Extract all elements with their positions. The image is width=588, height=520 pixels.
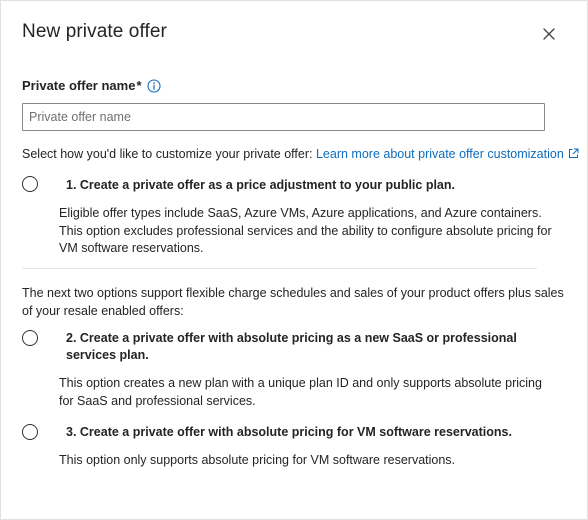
option-3-title[interactable]: 3. Create a private offer with absolute …: [66, 424, 536, 441]
option-2-radio[interactable]: [22, 330, 38, 346]
private-offer-name-label: Private offer name *: [22, 78, 161, 93]
private-offer-name-label-text: Private offer name: [22, 78, 136, 93]
dialog-title: New private offer: [22, 21, 167, 42]
option-2-title[interactable]: 2. Create a private offer with absolute …: [66, 330, 556, 364]
option-1-radio[interactable]: [22, 176, 38, 192]
customize-intro-text: Select how you'd like to customize your …: [22, 147, 316, 161]
options-divider: [22, 268, 537, 269]
learn-more-link-text[interactable]: Learn more about private offer customiza…: [316, 147, 564, 161]
private-offer-name-input[interactable]: [22, 103, 545, 131]
option-2-title-text[interactable]: 2. Create a private offer with absolute …: [52, 330, 556, 364]
flexible-options-note: The next two options support flexible ch…: [22, 286, 564, 318]
option-3-description: This option only supports absolute prici…: [59, 453, 456, 467]
customize-intro: Select how you'd like to customize your …: [22, 147, 579, 161]
learn-more-link[interactable]: Learn more about private offer customiza…: [316, 147, 579, 161]
option-1-title[interactable]: 1. Create a private offer as a price adj…: [66, 177, 536, 194]
option-3-radio[interactable]: [22, 424, 38, 440]
required-marker: *: [136, 78, 142, 93]
option-1-description: Eligible offer types include SaaS, Azure…: [59, 206, 552, 255]
option-2-description: This option creates a new plan with a un…: [59, 376, 542, 408]
new-private-offer-dialog: New private offer Private offer name * S…: [0, 0, 588, 520]
close-icon: [543, 28, 555, 40]
close-button[interactable]: [541, 26, 557, 42]
external-link-icon: [568, 148, 579, 158]
info-icon[interactable]: [146, 78, 161, 93]
